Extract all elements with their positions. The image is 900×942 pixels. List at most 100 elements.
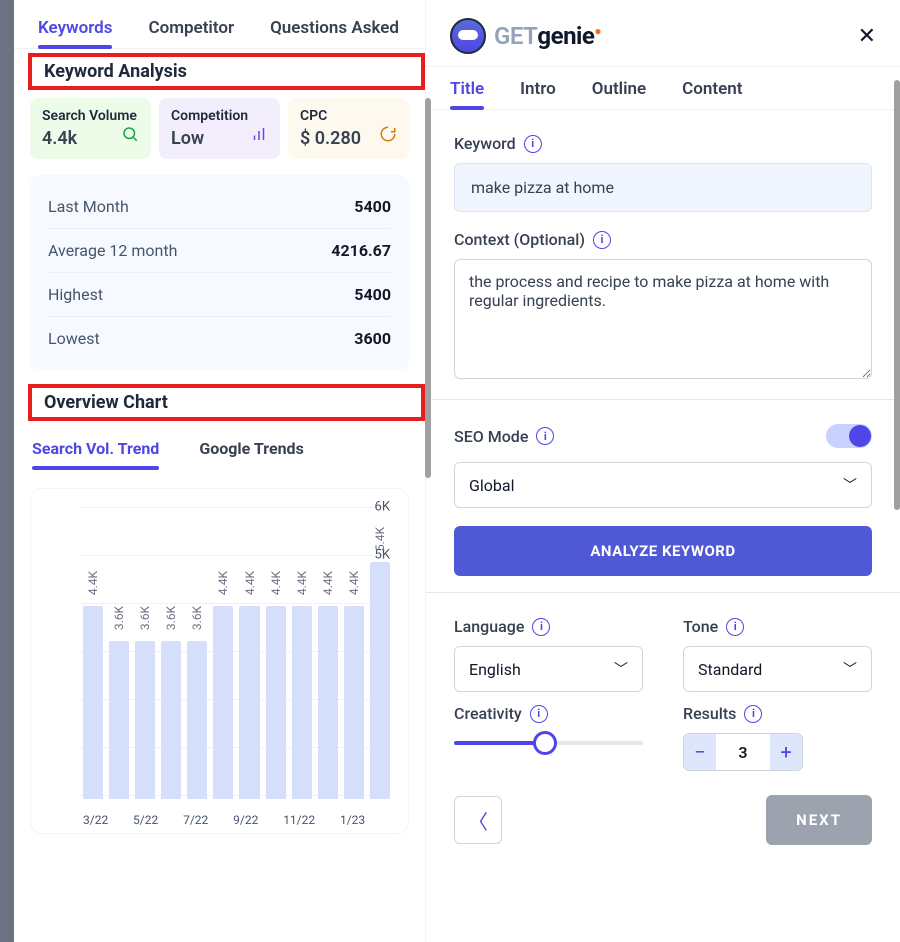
metric-label: Competition [171, 108, 268, 124]
x-tick [108, 813, 133, 827]
chart-bar: 3.6K [135, 641, 155, 799]
stepper-minus[interactable]: − [684, 734, 716, 770]
info-icon[interactable]: i [524, 135, 542, 153]
overview-chart-title: Overview Chart [32, 388, 421, 417]
x-tick: 3/22 [83, 813, 108, 827]
slider-knob[interactable] [533, 731, 557, 755]
bar-value-label: 5.4K [373, 527, 387, 551]
back-button[interactable]: 〈 [454, 796, 502, 844]
bar-value-label: 4.4K [269, 571, 283, 595]
highlight-overview-chart: Overview Chart [28, 384, 425, 421]
language-tone-row: Language i English ﹀ Tone i Standard ﹀ [426, 593, 900, 700]
tab-keywords[interactable]: Keywords [38, 18, 112, 48]
stat-row-last-month: Last Month 5400 [48, 185, 391, 229]
x-tick [158, 813, 183, 827]
brand-text: GETgenie● [494, 22, 601, 50]
analyze-keyword-button[interactable]: ANALYZE KEYWORD [454, 526, 872, 576]
chevron-down-icon: ﹀ [614, 659, 628, 679]
stat-value: 3600 [354, 329, 391, 348]
seo-mode-toggle[interactable] [826, 424, 872, 448]
next-button[interactable]: NEXT [766, 795, 872, 845]
chart-bar: 5.4K [370, 562, 390, 799]
stat-row-average: Average 12 month 4216.67 [48, 229, 391, 273]
tone-select[interactable]: Standard ﹀ [683, 646, 872, 692]
stat-row-highest: Highest 5400 [48, 273, 391, 317]
metric-label: CPC [300, 108, 397, 124]
results-stepper[interactable]: − 3 + [683, 733, 803, 771]
x-tick: 1/23 [340, 813, 365, 827]
keyword-input[interactable] [454, 163, 872, 212]
close-icon[interactable]: ✕ [858, 24, 876, 49]
bar-value-label: 4.4K [347, 571, 361, 595]
tab-outline[interactable]: Outline [592, 79, 646, 109]
tab-questions-asked[interactable]: Questions Asked [270, 18, 399, 48]
chart-bar: 4.4K [292, 606, 312, 799]
x-tick [315, 813, 340, 827]
right-header: GETgenie● ✕ [426, 0, 900, 66]
language-select[interactable]: English ﹀ [454, 646, 643, 692]
wizard-footer: 〈 NEXT [426, 779, 900, 869]
stat-value: 5400 [354, 285, 391, 304]
brand-logo: GETgenie● [450, 18, 601, 54]
info-icon[interactable]: i [744, 705, 762, 723]
region-select[interactable]: Global ﹀ [454, 462, 872, 508]
seo-mode-label: SEO Mode i [454, 427, 554, 446]
context-label: Context (Optional) i [454, 230, 872, 249]
creativity-results-row: Creativity i Results i − 3 + [426, 700, 900, 779]
left-scrollbar[interactable] [425, 92, 431, 942]
tab-intro[interactable]: Intro [520, 79, 556, 109]
tone-value: Standard [698, 660, 762, 679]
keyword-analysis-title: Keyword Analysis [32, 57, 421, 86]
creativity-slider[interactable] [454, 733, 643, 753]
chart-card: 01K2K3K4K5K6K4.4K3.6K3.6K3.6K3.6K4.4K4.4… [30, 488, 409, 834]
chart-tab-search-vol[interactable]: Search Vol. Trend [32, 439, 159, 468]
stats-block: Last Month 5400 Average 12 month 4216.67… [30, 175, 409, 370]
left-panel: Keywords Competitor Questions Asked Keyw… [14, 0, 425, 942]
bar-value-label: 4.4K [295, 571, 309, 595]
x-tick: 7/22 [183, 813, 208, 827]
stepper-plus[interactable]: + [770, 734, 802, 770]
metric-label: Search Volume [42, 108, 139, 124]
bar-value-label: 4.4K [243, 571, 257, 595]
chart-tab-google-trends[interactable]: Google Trends [199, 439, 303, 468]
tone-label: Tone i [683, 617, 872, 636]
highlight-keyword-analysis: Keyword Analysis [28, 53, 425, 90]
chevron-down-icon: ﹀ [843, 659, 857, 679]
right-tabs: Title Intro Outline Content [426, 67, 900, 110]
keyword-label: Keyword i [454, 134, 872, 153]
x-tick [208, 813, 233, 827]
language-label: Language i [454, 617, 643, 636]
bar-value-label: 4.4K [216, 571, 230, 595]
context-textarea[interactable]: the process and recipe to make pizza at … [454, 259, 872, 379]
target-icon [379, 125, 397, 147]
stat-label: Average 12 month [48, 241, 177, 260]
bar-value-label: 3.6K [164, 606, 178, 630]
chart-bar: 4.4K [318, 606, 338, 799]
chart-bar: 4.4K [239, 606, 259, 799]
info-icon[interactable]: i [532, 618, 550, 636]
bar-value-label: 4.4K [321, 571, 335, 595]
left-tabs: Keywords Competitor Questions Asked [14, 0, 425, 49]
bar-value-label: 3.6K [138, 606, 152, 630]
chart-bar: 4.4K [213, 606, 233, 799]
tab-title[interactable]: Title [450, 79, 484, 109]
info-icon[interactable]: i [530, 705, 548, 723]
chart-tabs: Search Vol. Trend Google Trends [14, 429, 425, 468]
tab-content[interactable]: Content [682, 79, 742, 109]
chart-bar: 4.4K [344, 606, 364, 799]
chart-bar: 3.6K [109, 641, 129, 799]
right-scrollbar[interactable] [894, 74, 900, 942]
bar-value-label: 3.6K [190, 606, 204, 630]
keyword-form: Keyword i Context (Optional) i the proce… [426, 110, 900, 400]
info-icon[interactable]: i [593, 231, 611, 249]
stat-value: 4216.67 [331, 241, 391, 260]
stat-label: Last Month [48, 197, 129, 216]
chart-bar: 4.4K [266, 606, 286, 799]
tab-competitor[interactable]: Competitor [148, 18, 234, 48]
chevron-down-icon: ﹀ [843, 475, 857, 495]
bar-chart-icon [250, 125, 268, 147]
chart-bar: 3.6K [161, 641, 181, 799]
info-icon[interactable]: i [726, 618, 744, 636]
info-icon[interactable]: i [536, 427, 554, 445]
results-label: Results i [683, 704, 872, 723]
